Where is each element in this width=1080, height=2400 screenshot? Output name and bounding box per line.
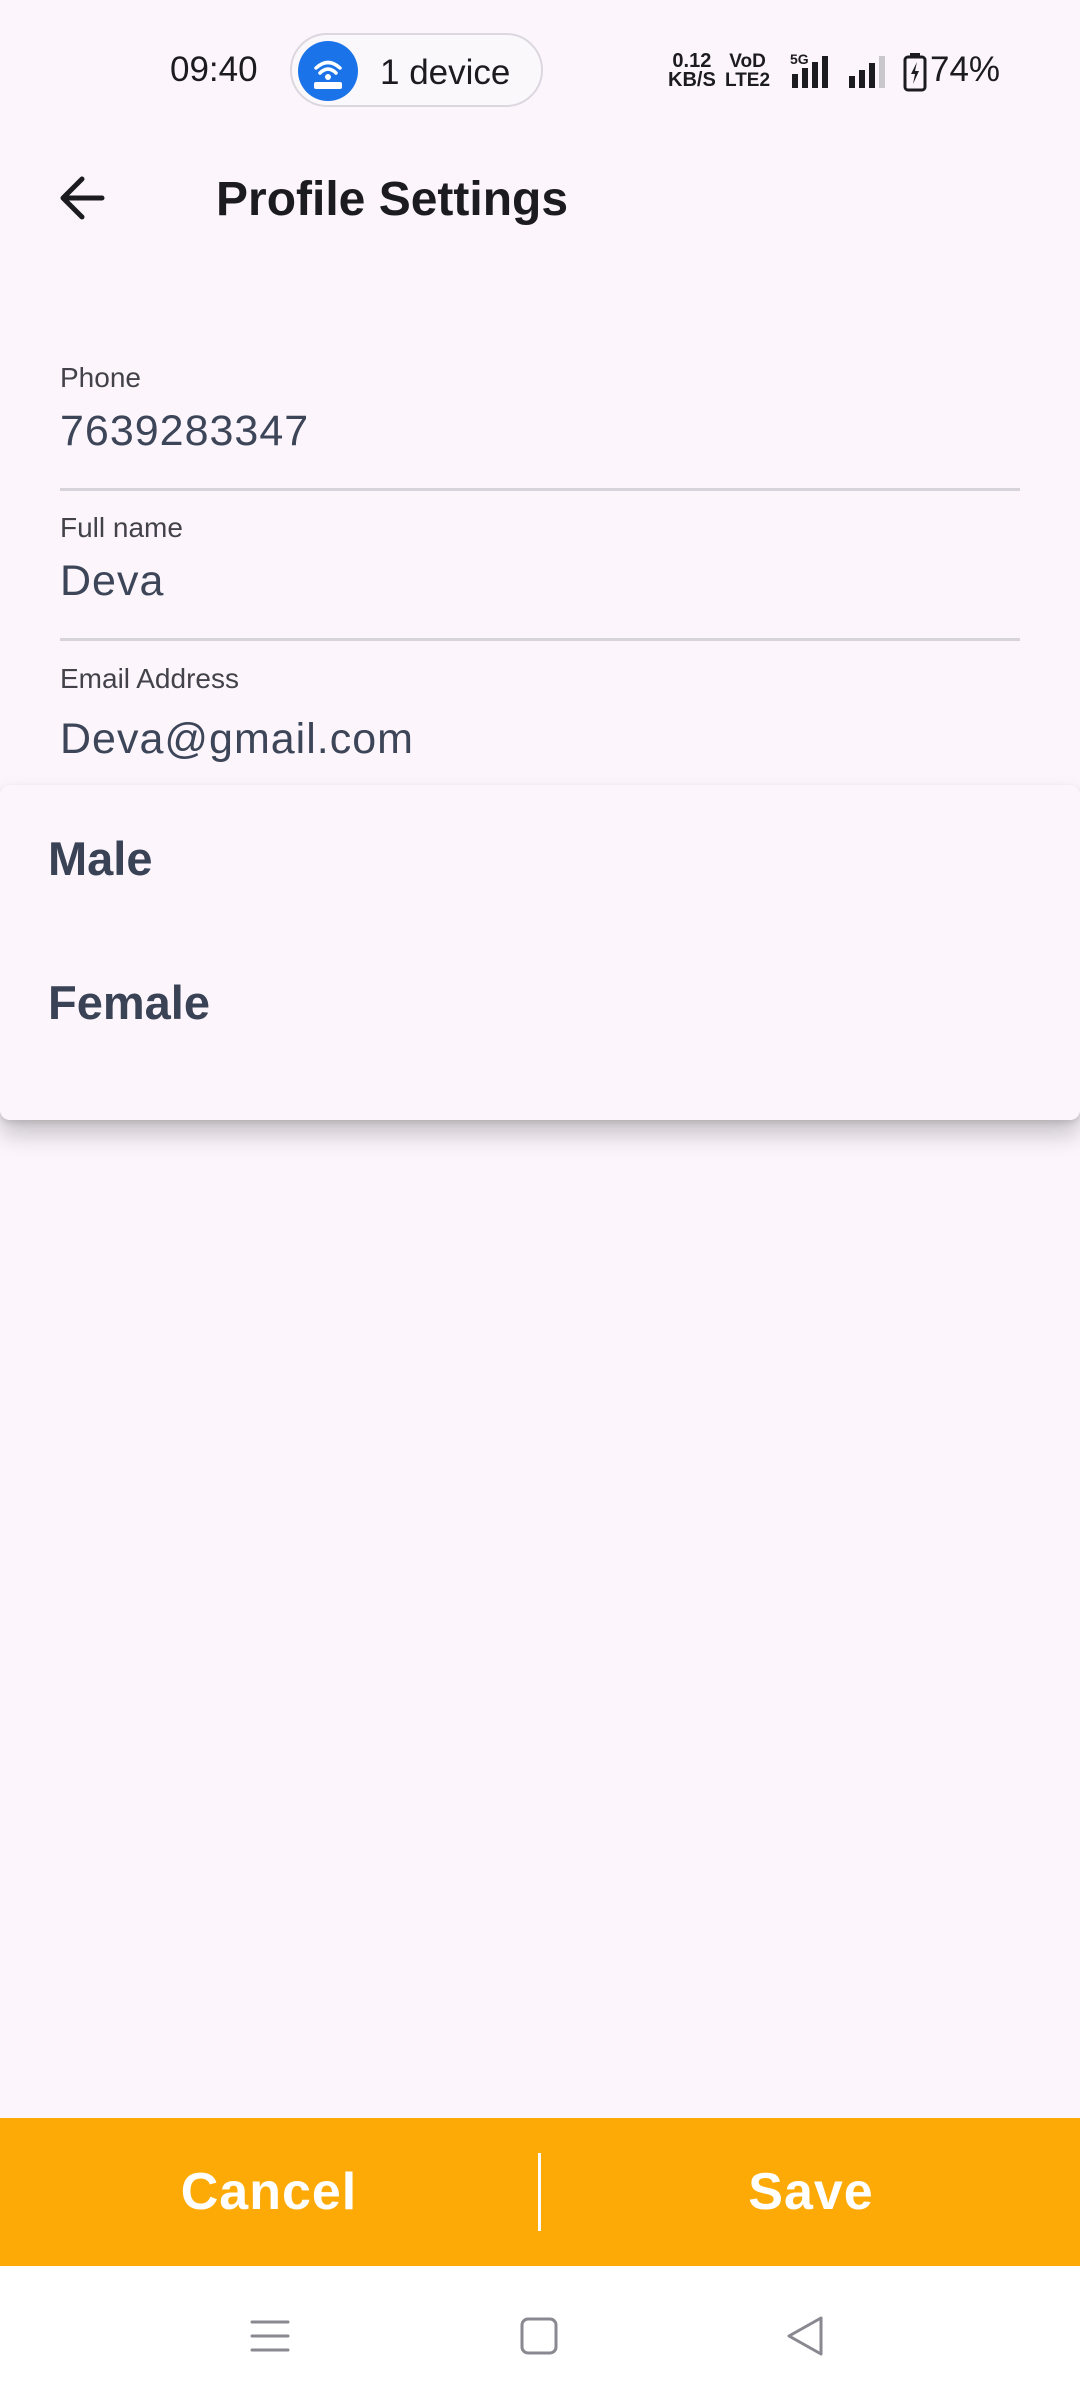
volte-indicator: VoD LTE2 bbox=[725, 52, 770, 90]
phone-label: Phone bbox=[60, 362, 141, 393]
battery-charging-icon bbox=[903, 53, 927, 92]
nav-home-button[interactable] bbox=[499, 2296, 579, 2376]
arrow-left-icon bbox=[60, 176, 105, 220]
nav-menu-button[interactable] bbox=[230, 2296, 310, 2376]
status-time: 09:40 bbox=[170, 50, 258, 89]
phone-underline bbox=[60, 488, 1020, 491]
nav-back-button[interactable] bbox=[765, 2296, 845, 2376]
full-name-label: Full name bbox=[60, 512, 183, 543]
status-bar: 09:40 1 device 0.12 KB/S VoD LTE2 5G 74% bbox=[0, 0, 1080, 150]
volte-bottom: LTE2 bbox=[725, 70, 771, 91]
full-name-value[interactable]: Deva bbox=[60, 557, 164, 606]
cancel-button[interactable]: Cancel bbox=[0, 2118, 538, 2266]
email-value[interactable]: Deva@gmail.com bbox=[60, 715, 414, 764]
home-icon bbox=[520, 2317, 558, 2355]
volte-top: VoD bbox=[729, 51, 766, 72]
back-button[interactable] bbox=[50, 163, 120, 233]
menu-icon bbox=[250, 2320, 290, 2352]
phone-field[interactable]: Phone 7639283347 bbox=[60, 355, 1020, 495]
system-nav-bar bbox=[0, 2266, 1080, 2400]
action-bar: Cancel Save bbox=[0, 2118, 1080, 2266]
page-title: Profile Settings bbox=[216, 173, 569, 226]
signal-strength-icon bbox=[849, 56, 885, 88]
email-field[interactable]: Email Address Deva@gmail.com bbox=[60, 655, 1020, 785]
network-speed: 0.12 KB/S bbox=[668, 51, 716, 91]
gender-option-male-label: Male bbox=[48, 832, 153, 885]
phone-value[interactable]: 7639283347 bbox=[60, 407, 309, 456]
email-label: Email Address bbox=[60, 663, 239, 694]
gender-option-female[interactable]: Female bbox=[0, 937, 1080, 1067]
wifi-router-icon bbox=[298, 41, 358, 101]
action-divider bbox=[538, 2153, 541, 2231]
hotspot-text: 1 device bbox=[380, 53, 511, 92]
save-button[interactable]: Save bbox=[542, 2118, 1080, 2266]
battery-percentage: 74% bbox=[930, 50, 1001, 89]
signal-5g-icon: 5G bbox=[790, 51, 828, 88]
gender-option-male[interactable]: Male bbox=[0, 793, 1080, 923]
gender-option-female-label: Female bbox=[48, 976, 210, 1029]
hotspot-indicator[interactable]: 1 device bbox=[290, 33, 543, 107]
profile-settings-screen: 09:40 1 device 0.12 KB/S VoD LTE2 5G 74%… bbox=[0, 0, 1080, 2400]
network-type-label: 5G bbox=[790, 51, 809, 67]
back-triangle-icon bbox=[787, 2316, 823, 2356]
full-name-underline bbox=[60, 638, 1020, 641]
network-speed-unit: KB/S bbox=[668, 69, 716, 91]
full-name-field[interactable]: Full name Deva bbox=[60, 505, 1020, 645]
gender-dropdown-menu: Male Female bbox=[0, 785, 1080, 1120]
